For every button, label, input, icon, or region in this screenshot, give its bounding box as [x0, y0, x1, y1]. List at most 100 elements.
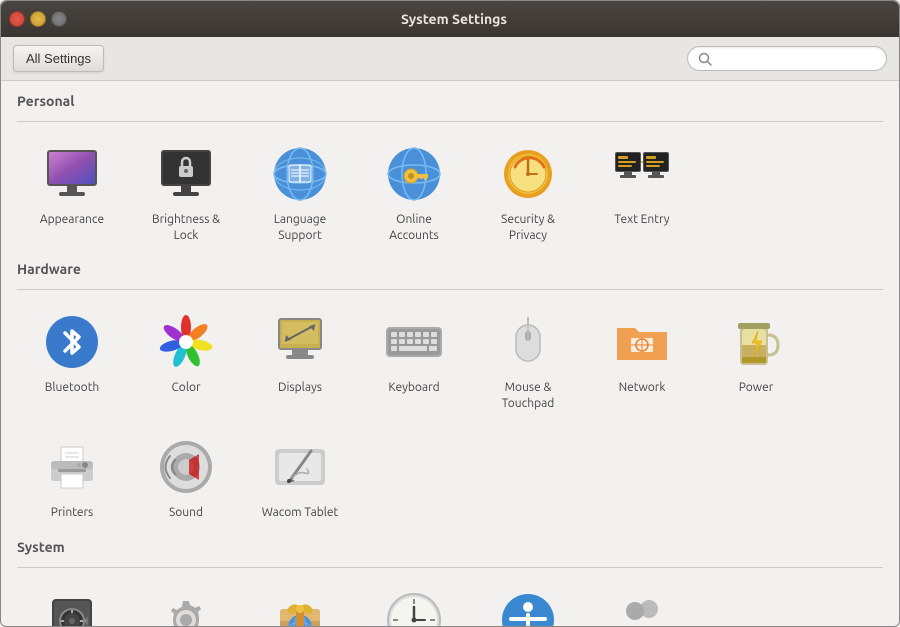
system-section: System — [17, 539, 883, 626]
toolbar: All Settings — [1, 37, 899, 81]
appearance-label: Appearance — [40, 212, 104, 228]
universal-access-icon-area — [496, 588, 560, 626]
user-accounts-icon — [613, 591, 671, 626]
language-support-icon — [271, 145, 329, 203]
search-box — [687, 46, 887, 71]
power-icon-area — [724, 310, 788, 374]
language-support-icon-area — [268, 142, 332, 206]
brightness-lock-label: Brightness &Lock — [152, 212, 220, 243]
brightness-lock-icon — [157, 148, 215, 200]
printers-item[interactable]: Printers — [17, 425, 127, 531]
keyboard-item[interactable]: Keyboard — [359, 300, 469, 421]
displays-icon-area — [268, 310, 332, 374]
bluetooth-icon-area — [40, 310, 104, 374]
printers-icon — [43, 441, 101, 493]
time-date-icon-area — [382, 588, 446, 626]
time-date-icon — [385, 591, 443, 626]
settings-content: Personal — [1, 81, 899, 626]
personal-section: Personal — [17, 93, 883, 253]
text-entry-label: Text Entry — [614, 212, 669, 228]
universal-access-icon — [499, 591, 557, 626]
system-settings-window: System Settings All Settings Personal — [0, 0, 900, 627]
language-support-label: LanguageSupport — [274, 212, 327, 243]
power-label: Power — [739, 380, 774, 396]
displays-icon — [270, 316, 330, 368]
universal-access-item[interactable]: UniversalAccess — [473, 578, 583, 626]
personal-divider — [17, 121, 883, 122]
backups-icon-area — [40, 588, 104, 626]
details-icon-area — [154, 588, 218, 626]
wacom-tablet-icon — [271, 441, 329, 493]
details-icon — [157, 591, 215, 626]
software-updates-icon — [272, 591, 328, 626]
network-item[interactable]: Network — [587, 300, 697, 421]
backups-icon — [46, 591, 98, 626]
language-support-item[interactable]: LanguageSupport — [245, 132, 355, 253]
personal-items-grid: Appearance — [17, 132, 883, 253]
user-accounts-item[interactable]: UserAccounts — [587, 578, 697, 626]
sound-item[interactable]: Sound — [131, 425, 241, 531]
network-icon — [613, 316, 671, 368]
power-icon — [732, 313, 780, 371]
search-input[interactable] — [717, 51, 877, 66]
bluetooth-item[interactable]: Bluetooth — [17, 300, 127, 421]
bluetooth-icon — [43, 313, 101, 371]
security-privacy-icon — [499, 145, 557, 203]
mouse-touchpad-icon-area — [496, 310, 560, 374]
hardware-divider — [17, 289, 883, 290]
wacom-tablet-icon-area — [268, 435, 332, 499]
software-updates-icon-area — [268, 588, 332, 626]
software-updates-item[interactable]: Software &Updates — [245, 578, 355, 626]
sound-icon-area — [154, 435, 218, 499]
text-entry-icon-area — [610, 142, 674, 206]
online-accounts-label: OnlineAccounts — [389, 212, 439, 243]
details-item[interactable]: Details — [131, 578, 241, 626]
brightness-lock-item[interactable]: Brightness &Lock — [131, 132, 241, 253]
color-icon-area — [154, 310, 218, 374]
keyboard-label: Keyboard — [388, 380, 439, 396]
system-section-title: System — [17, 539, 883, 559]
backups-item[interactable]: Backups — [17, 578, 127, 626]
appearance-icon — [43, 148, 101, 200]
appearance-icon-area — [40, 142, 104, 206]
keyboard-icon — [384, 321, 444, 363]
color-label: Color — [171, 380, 200, 396]
time-date-item[interactable]: Time & Date — [359, 578, 469, 626]
online-accounts-item[interactable]: OnlineAccounts — [359, 132, 469, 253]
bluetooth-label: Bluetooth — [45, 380, 100, 396]
search-icon — [698, 52, 712, 66]
network-icon-area — [610, 310, 674, 374]
power-item[interactable]: Power — [701, 300, 811, 421]
titlebar: System Settings — [1, 1, 899, 37]
sound-icon — [157, 438, 215, 496]
appearance-item[interactable]: Appearance — [17, 132, 127, 253]
color-item[interactable]: Color — [131, 300, 241, 421]
security-privacy-icon-area — [496, 142, 560, 206]
user-accounts-icon-area — [610, 588, 674, 626]
online-accounts-icon — [385, 145, 443, 203]
keyboard-icon-area — [382, 310, 446, 374]
window-title: System Settings — [17, 11, 891, 27]
displays-item[interactable]: Displays — [245, 300, 355, 421]
text-entry-item[interactable]: Text Entry — [587, 132, 697, 253]
system-items-grid: Backups Details — [17, 578, 883, 626]
text-entry-icon — [613, 148, 671, 200]
displays-label: Displays — [278, 380, 322, 396]
printers-label: Printers — [51, 505, 94, 521]
wacom-tablet-item[interactable]: Wacom Tablet — [245, 425, 355, 531]
brightness-lock-icon-area — [154, 142, 218, 206]
hardware-section-title: Hardware — [17, 261, 883, 281]
mouse-touchpad-label: Mouse &Touchpad — [502, 380, 555, 411]
wacom-tablet-label: Wacom Tablet — [262, 505, 339, 521]
mouse-touchpad-item[interactable]: Mouse &Touchpad — [473, 300, 583, 421]
system-divider — [17, 567, 883, 568]
network-label: Network — [619, 380, 666, 396]
hardware-section: Hardware Bluetooth — [17, 261, 883, 531]
online-accounts-icon-area — [382, 142, 446, 206]
security-privacy-label: Security &Privacy — [501, 212, 555, 243]
mouse-touchpad-icon — [508, 313, 548, 371]
printers-icon-area — [40, 435, 104, 499]
all-settings-button[interactable]: All Settings — [13, 45, 104, 72]
security-privacy-item[interactable]: Security &Privacy — [473, 132, 583, 253]
sound-label: Sound — [169, 505, 203, 521]
